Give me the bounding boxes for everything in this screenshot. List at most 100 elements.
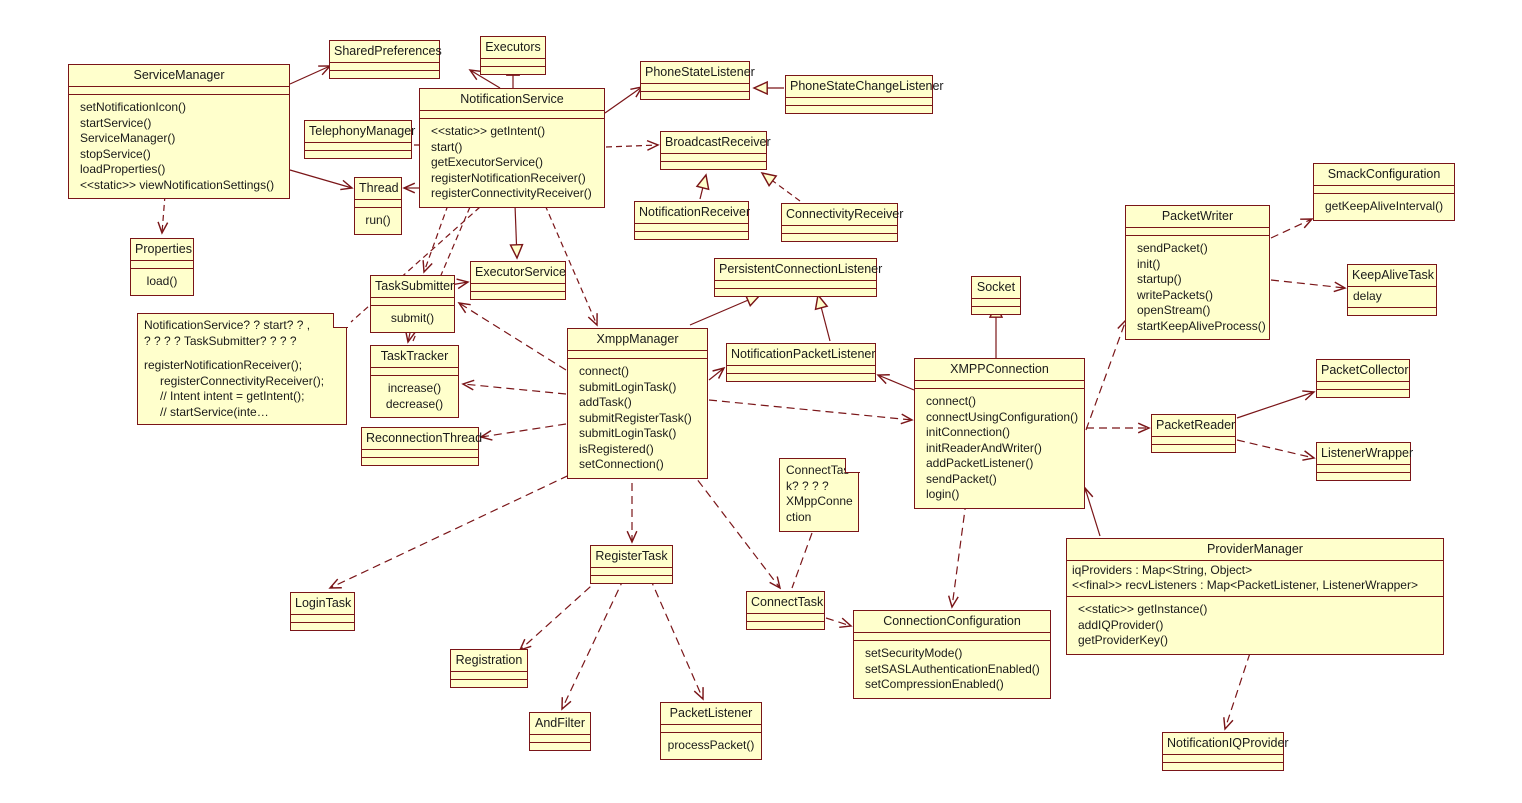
class-operations — [1348, 308, 1436, 315]
uml-class-sharedpreferences[interactable]: SharedPreferences — [329, 40, 442, 79]
class-attributes — [568, 351, 707, 359]
operation-row: getProviderKey() — [1078, 633, 1169, 647]
attribute-row: iqProviders : Map<String, Object> — [1072, 563, 1253, 577]
uml-class-listenerwrapper[interactable]: ListenerWrapper — [1316, 442, 1413, 481]
operation-row: run() — [365, 213, 391, 227]
class-name: ExecutorService — [471, 262, 566, 284]
uml-class-logintask[interactable]: LoginTask — [290, 592, 355, 631]
uml-class-notificationservice[interactable]: NotificationService <<static>> getIntent(… — [419, 88, 605, 208]
uml-class-broadcastreceiver[interactable]: BroadcastReceiver — [660, 131, 771, 170]
class-name: RegisterTask — [591, 546, 672, 568]
operation-row: submitLoginTask() — [579, 426, 677, 440]
uml-class-packetreader[interactable]: PacketReader — [1151, 414, 1236, 453]
class-operations — [362, 458, 478, 465]
uml-class-phonestatechangelistener[interactable]: PhoneStateChangeListener — [785, 75, 944, 114]
uml-class-notificationiqprovider[interactable]: NotificationIQProvider — [1162, 732, 1289, 771]
uml-class-packetwriter[interactable]: PacketWriter sendPacket() init() startup() w… — [1125, 205, 1270, 340]
uml-class-notificationreceiver[interactable]: NotificationReceiver — [634, 201, 750, 240]
uml-class-tasktracker[interactable]: TaskTracker increase() decrease() — [370, 345, 459, 418]
class-operations — [291, 623, 354, 630]
class-attributes — [972, 299, 1020, 307]
operation-row: increase() — [387, 381, 442, 395]
operation-row: <<static>> viewNotificationSettings() — [80, 177, 275, 192]
class-operations — [530, 743, 590, 750]
attribute-row: delay — [1353, 289, 1382, 303]
note-connecttask[interactable]: ConnectTas k? ? ? ? XMppConne ction — [779, 457, 860, 532]
class-attributes — [481, 59, 545, 67]
uml-class-reconnectionthread[interactable]: ReconnectionThread — [361, 427, 482, 466]
class-attributes — [641, 84, 749, 92]
uml-class-servicemanager[interactable]: ServiceManager setNotificationIcon() start… — [68, 64, 290, 199]
class-operations — [1317, 390, 1409, 397]
class-name: PacketCollector — [1317, 360, 1409, 382]
operation-row: startService() — [80, 115, 152, 130]
uml-class-executorservice[interactable]: ExecutorService — [470, 261, 566, 300]
note-notificationservice[interactable]: NotificationService? ? start? ? ,? ? ? ?… — [137, 312, 348, 425]
class-name: NotificationIQProvider — [1163, 733, 1289, 755]
class-attributes — [727, 366, 875, 374]
class-operations: <<static>> getIntent() start() getExecutor… — [420, 119, 604, 207]
uml-class-notificationpacketlistener[interactable]: NotificationPacketListener — [726, 343, 876, 382]
uml-class-andfilter[interactable]: AndFilter — [529, 712, 591, 751]
operation-row: ServiceManager() — [80, 131, 176, 145]
class-operations: connect() connectUsingConfiguration() init… — [915, 389, 1084, 508]
class-operations: run() — [355, 208, 401, 234]
class-attributes — [69, 87, 289, 95]
uml-class-properties[interactable]: Properties load() — [130, 238, 194, 296]
uml-class-connectivityreceiver[interactable]: ConnectivityReceiver — [781, 203, 903, 242]
operation-row: <<static>> getInstance() — [1078, 602, 1208, 616]
class-operations: <<static>> getInstance() addIQProvider() g… — [1067, 597, 1443, 654]
uml-class-smackconfiguration[interactable]: SmackConfiguration getKeepAliveInterval() — [1313, 163, 1455, 221]
uml-class-registertask[interactable]: RegisterTask — [590, 545, 673, 584]
uml-class-packetlistener[interactable]: PacketListener processPacket() — [660, 702, 762, 760]
operation-row: openStream() — [1137, 303, 1211, 317]
class-operations — [782, 234, 897, 241]
class-operations: increase() decrease() — [371, 376, 458, 417]
uml-class-registration[interactable]: Registration — [450, 649, 528, 688]
class-attributes: delay — [1348, 287, 1436, 308]
class-name: NotificationReceiver — [635, 202, 750, 224]
class-name: BroadcastReceiver — [661, 132, 771, 154]
operation-row: processPacket() — [667, 738, 755, 752]
uml-class-socket[interactable]: Socket — [971, 276, 1021, 315]
uml-class-phonestatelistener[interactable]: PhoneStateListener — [640, 61, 755, 100]
uml-class-tasksubmitter[interactable]: TaskSubmitter submit() — [370, 275, 455, 333]
class-operations — [591, 576, 672, 583]
class-name: ProviderManager — [1067, 539, 1443, 561]
class-name: KeepAliveTask — [1348, 265, 1436, 287]
class-attributes — [635, 224, 748, 232]
operation-row: connectUsingConfiguration() — [926, 409, 1079, 424]
uml-class-keepalivetask[interactable]: KeepAliveTask delay — [1347, 264, 1437, 316]
class-name: PhoneStateChangeListener — [786, 76, 944, 98]
uml-class-thread[interactable]: Thread run() — [354, 177, 402, 235]
uml-class-executors[interactable]: Executors — [480, 36, 546, 75]
class-operations — [305, 151, 411, 158]
operation-row: stopService() — [80, 146, 151, 161]
note-fold-corner-icon — [332, 312, 348, 328]
class-name: ConnectionConfiguration — [854, 611, 1050, 633]
class-attributes — [747, 614, 824, 622]
class-attributes — [1317, 465, 1410, 473]
class-attributes — [661, 725, 761, 733]
uml-class-connectionconfiguration[interactable]: ConnectionConfiguration setSecurityMode()… — [853, 610, 1051, 699]
operation-row: setSecurityMode() — [865, 646, 963, 660]
class-name: PacketReader — [1152, 415, 1235, 437]
uml-class-providermanager[interactable]: ProviderManager iqProviders : Map<String,… — [1066, 538, 1444, 655]
operation-row: registerNotificationReceiver() — [431, 170, 586, 185]
class-operations: setNotificationIcon() startService() Servi… — [69, 95, 289, 198]
class-name: LoginTask — [291, 593, 354, 615]
uml-class-connecttask[interactable]: ConnectTask — [746, 591, 825, 630]
class-operations — [727, 374, 875, 381]
uml-class-persistentconnectionlistener[interactable]: PersistentConnectionListener — [714, 258, 882, 297]
operation-row: getKeepAliveInterval() — [1325, 199, 1444, 213]
class-operations — [641, 92, 749, 99]
uml-class-packetcollector[interactable]: PacketCollector — [1316, 359, 1410, 398]
uml-class-xmppmanager[interactable]: XmppManager connect() submitLoginTask() add… — [567, 328, 708, 479]
class-name: PacketWriter — [1126, 206, 1269, 228]
class-operations: sendPacket() init() startup() writePackets(… — [1126, 236, 1269, 339]
uml-class-telephonymanager[interactable]: TelephonyManager — [304, 120, 415, 159]
class-attributes — [291, 615, 354, 623]
class-name: Thread — [355, 178, 401, 200]
class-attributes — [355, 200, 401, 208]
uml-class-xmppconnection[interactable]: XMPPConnection connect() connectUsingConfi… — [914, 358, 1085, 509]
